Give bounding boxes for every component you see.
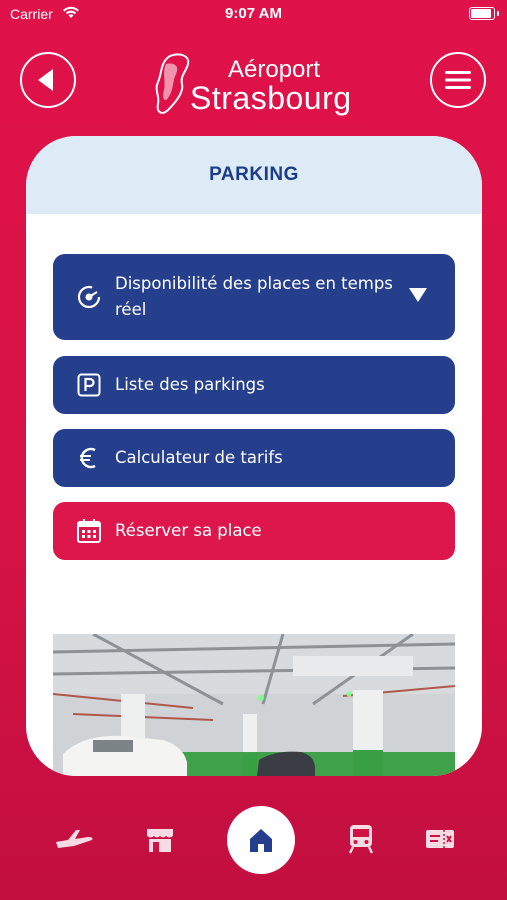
status-bar: Carrier 9:07 AM (0, 0, 507, 28)
menu-button[interactable] (430, 52, 486, 108)
shop-icon (147, 829, 173, 852)
bottom-tab-bar (0, 800, 507, 880)
airport-logo: Aéroport Strasbourg (150, 50, 370, 120)
train-icon (348, 825, 374, 854)
hamburger-menu-icon (445, 71, 471, 89)
reserve-spot-button[interactable]: Réserver sa place (53, 502, 455, 560)
app-header: Aéroport Strasbourg (0, 44, 507, 124)
rate-calculator-button[interactable]: Calculateur de tarifs (53, 429, 455, 487)
chevron-down-icon (409, 284, 427, 310)
tab-transport[interactable] (339, 822, 383, 856)
parking-list-button[interactable]: Liste des parkings (53, 356, 455, 414)
back-arrow-icon (38, 69, 53, 91)
back-button[interactable] (20, 52, 76, 108)
page-title: PARKING (209, 164, 299, 185)
gauge-icon (75, 283, 103, 311)
tab-tickets[interactable] (418, 822, 462, 856)
euro-icon (75, 444, 103, 472)
calendar-icon (75, 517, 103, 545)
ticket-icon (426, 830, 454, 848)
clock: 9:07 AM (225, 5, 282, 22)
realtime-availability-label: Disponibilité des places en temps réel (115, 274, 393, 319)
tab-shops[interactable] (138, 822, 182, 856)
reserve-spot-label: Réserver sa place (115, 521, 262, 540)
parking-card: PARKING Disponibilité des places en temp… (26, 136, 482, 776)
realtime-availability-button[interactable]: Disponibilité des places en temps réel (53, 254, 455, 340)
parking-list-label: Liste des parkings (115, 375, 265, 394)
card-header: PARKING (26, 136, 482, 214)
battery-icon (469, 7, 495, 20)
tab-home[interactable] (227, 806, 295, 874)
rate-calculator-label: Calculateur de tarifs (115, 448, 283, 467)
home-icon (250, 829, 272, 852)
tab-flights[interactable] (52, 822, 96, 856)
logo-line2: Strasbourg (190, 80, 352, 116)
airplane-icon (56, 830, 93, 848)
parking-garage-photo (53, 634, 455, 776)
parking-icon (75, 371, 103, 399)
